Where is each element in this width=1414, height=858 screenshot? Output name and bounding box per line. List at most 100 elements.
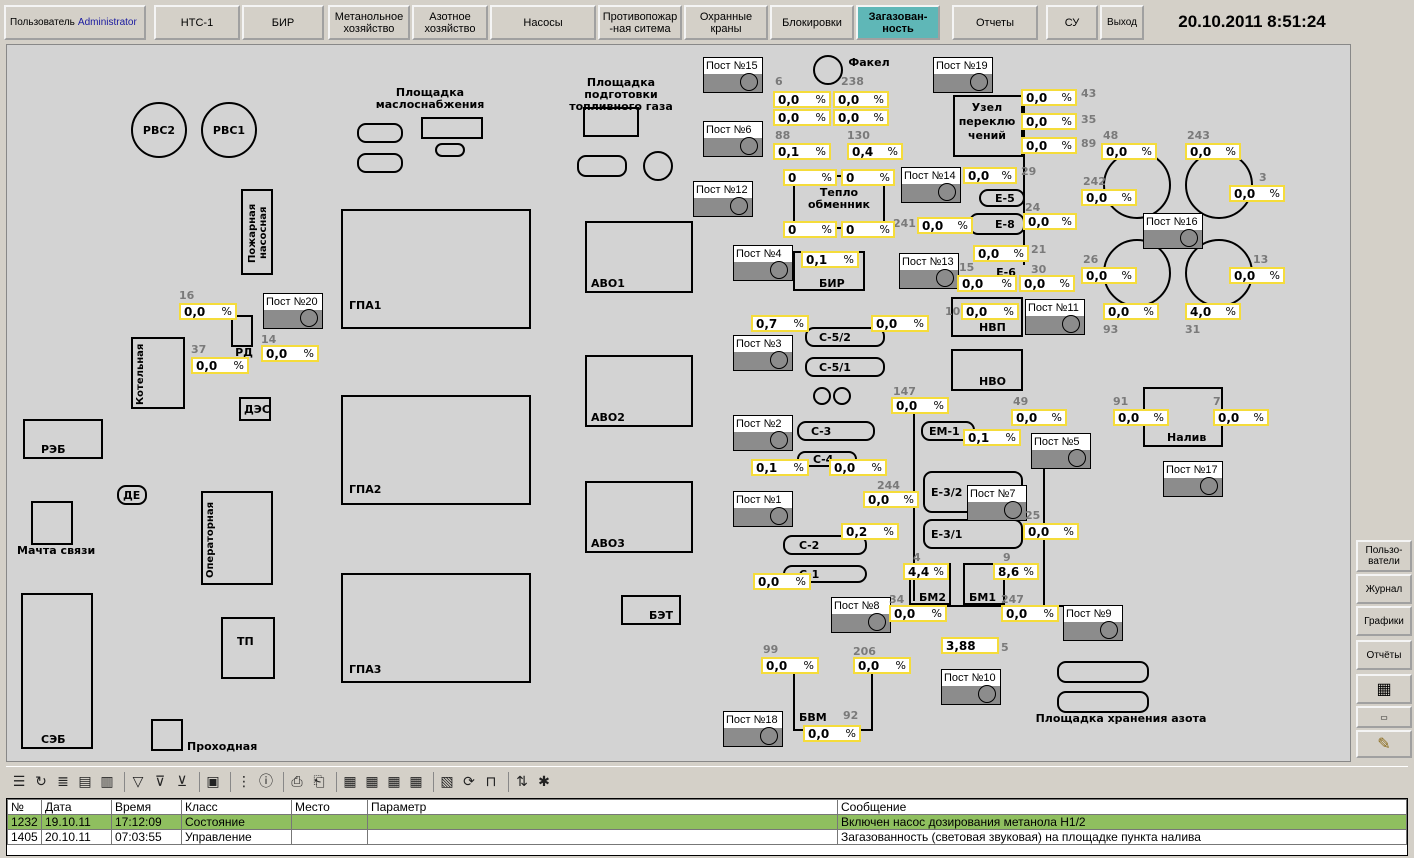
post-5[interactable]: Пост №5	[1031, 433, 1091, 469]
tab-pumps[interactable]: Насосы	[490, 5, 596, 40]
tab-nts1[interactable]: НТС-1	[154, 5, 240, 40]
filter-edit-icon[interactable]: ⊽	[151, 773, 169, 791]
sensor-number: 35	[1081, 113, 1097, 126]
post-15[interactable]: Пост №15	[703, 57, 763, 93]
reports-button[interactable]: Отчёты	[1356, 640, 1412, 670]
post-6[interactable]: Пост №6	[703, 121, 763, 157]
post-2[interactable]: Пост №2	[733, 415, 793, 451]
post-14[interactable]: Пост №14	[901, 167, 961, 203]
graphs-button[interactable]: Графики	[1356, 606, 1412, 636]
sync-icon[interactable]: ⟳	[460, 773, 478, 791]
bir-unit-label: БИР	[819, 277, 845, 290]
post-19[interactable]: Пост №19	[933, 57, 993, 93]
tab-reports[interactable]: Отчеты	[952, 5, 1038, 40]
tab-fire[interactable]: Противопожар -ная ситема	[598, 5, 682, 40]
post-3[interactable]: Пост №3	[733, 335, 793, 371]
table-row[interactable]: 1232 19.10.11 17:12:09 Состояние Включен…	[7, 814, 1407, 830]
value-92: 0,0%	[803, 725, 861, 742]
post-4[interactable]: Пост №4	[733, 245, 793, 281]
rows-icon[interactable]: ≣	[54, 773, 72, 791]
sep-c3: С-3	[797, 421, 875, 441]
tab-bir[interactable]: БИР	[242, 5, 324, 40]
col-date[interactable]: Дата	[41, 799, 112, 815]
col-number[interactable]: №	[7, 799, 42, 815]
user-label: Пользователь	[10, 16, 75, 28]
value-49: 0,0%	[1011, 409, 1067, 426]
sensor-number: 43	[1081, 87, 1097, 100]
save-icon[interactable]: ▣	[204, 773, 222, 791]
calculator-icon[interactable]: ▦	[1356, 674, 1412, 704]
post-11[interactable]: Пост №11	[1025, 299, 1085, 335]
sensor-number: 13	[1253, 253, 1269, 266]
filter-apply-icon[interactable]: ⊻	[173, 773, 191, 791]
grid-icon-1[interactable]: ▦	[341, 773, 359, 791]
users-button[interactable]: Пользо- ватели	[1356, 540, 1412, 572]
value-7: 0,0%	[1213, 409, 1269, 426]
grid-icon-2[interactable]: ▦	[363, 773, 381, 791]
sort-icon[interactable]: ⇅	[513, 773, 531, 791]
tab-methanol[interactable]: Метанольное хозяйство	[328, 5, 410, 40]
refresh-icon[interactable]: ↻	[32, 773, 50, 791]
post-17[interactable]: Пост №17	[1163, 461, 1223, 497]
grid-icon-4[interactable]: ▦	[407, 773, 425, 791]
table-row[interactable]: 1405 20.10.11 07:03:55 Управление Загазо…	[7, 829, 1407, 845]
chart-icon[interactable]: ▥	[98, 773, 116, 791]
keyboard-icon[interactable]: ▭	[1356, 706, 1412, 728]
user-button[interactable]: Пользователь Administrator	[4, 5, 146, 40]
post-1[interactable]: Пост №1	[733, 491, 793, 527]
seb-label: СЭБ	[41, 733, 66, 746]
col-place[interactable]: Место	[291, 799, 368, 815]
value-242: 0,0%	[1081, 189, 1137, 206]
exit-button[interactable]: Выход	[1100, 5, 1144, 40]
post-13[interactable]: Пост №13	[899, 253, 959, 289]
value-29: 0,0%	[963, 167, 1017, 184]
tab-nitrogen[interactable]: Азотное хозяйство	[412, 5, 488, 40]
journal-button[interactable]: Журнал	[1356, 574, 1412, 604]
cell	[291, 829, 368, 845]
info-icon[interactable]: ⓘ	[257, 773, 275, 791]
boiler-label: Котельная	[135, 343, 146, 405]
value-10: 0,0%	[961, 303, 1019, 320]
post-20[interactable]: Пост №20	[263, 293, 323, 329]
settings-icon[interactable]: ✱	[535, 773, 553, 791]
nvp-label: НВП	[979, 321, 1006, 334]
gpa2: ГПА2	[341, 395, 531, 505]
sensor-icon	[1068, 449, 1086, 467]
col-message[interactable]: Сообщение	[837, 799, 1407, 815]
post-16[interactable]: Пост №16	[1143, 213, 1203, 249]
separator	[336, 771, 337, 792]
tab-guard-valves[interactable]: Охранные краны	[684, 5, 768, 40]
lock-icon[interactable]: ⊓	[482, 773, 500, 791]
post-18[interactable]: Пост №18	[723, 711, 783, 747]
col-class[interactable]: Класс	[181, 799, 292, 815]
value-21: 0,0%	[973, 245, 1029, 262]
value-em1: 0,1%	[963, 429, 1021, 446]
tab-gas-contamination[interactable]: Загазован- ность	[856, 5, 940, 40]
post-9[interactable]: Пост №9	[1063, 605, 1123, 641]
key-icon[interactable]: ✎	[1356, 730, 1412, 758]
value-t2: 0%	[841, 169, 895, 186]
notes-icon[interactable]: ▤	[76, 773, 94, 791]
columns-icon[interactable]: ⋮	[235, 773, 253, 791]
value-c2b: 0,2%	[841, 523, 899, 540]
filter-icon[interactable]: ▽	[129, 773, 147, 791]
loading-label: Налив	[1167, 431, 1207, 444]
value-91: 0,0%	[1113, 409, 1169, 426]
post-8[interactable]: Пост №8	[831, 597, 891, 633]
print-icon[interactable]: ⎙	[288, 773, 306, 791]
grid-icon-3[interactable]: ▦	[385, 773, 403, 791]
tp-label: ТП	[237, 635, 254, 648]
tab-su[interactable]: СУ	[1046, 5, 1098, 40]
col-param[interactable]: Параметр	[367, 799, 838, 815]
post-19-title: Пост №19	[934, 58, 992, 74]
list-icon[interactable]: ☰	[10, 773, 28, 791]
post-7[interactable]: Пост №7	[967, 485, 1027, 521]
post-10[interactable]: Пост №10	[941, 669, 1001, 705]
print-preview-icon[interactable]: ⎗	[310, 773, 328, 791]
post-12[interactable]: Пост №12	[693, 181, 753, 217]
fuel-gas-ball	[643, 151, 673, 181]
sensor-number: 16	[179, 289, 195, 302]
tab-interlocks[interactable]: Блокировки	[770, 5, 854, 40]
col-time[interactable]: Время	[111, 799, 182, 815]
export-icon[interactable]: ▧	[438, 773, 456, 791]
